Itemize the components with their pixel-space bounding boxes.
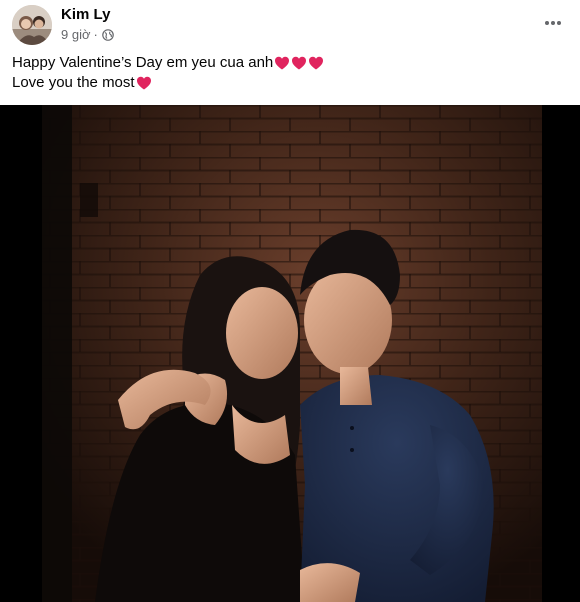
post-meta: 9 giờ · <box>61 27 114 42</box>
photo-image <box>0 105 580 602</box>
caption-text-2: Love you the most <box>12 74 135 91</box>
more-horizontal-icon <box>545 21 561 25</box>
caption-line-2: Love you the most <box>12 73 568 93</box>
caption-hearts-1 <box>273 53 324 73</box>
globe-icon[interactable] <box>102 28 114 41</box>
post-photo[interactable] <box>0 105 580 602</box>
avatar-image <box>12 5 52 45</box>
post-caption: Happy Valentine’s Day em yeu cua anh Lov… <box>12 53 568 93</box>
caption-hearts-2 <box>135 73 152 93</box>
post-time[interactable]: 9 giờ <box>61 27 91 42</box>
author-avatar[interactable] <box>12 5 52 45</box>
heart-icon <box>292 56 307 70</box>
author-name[interactable]: Kim Ly <box>61 6 110 23</box>
heart-icon <box>275 56 290 70</box>
meta-separator: · <box>93 27 98 42</box>
heart-icon <box>136 76 151 90</box>
heart-icon <box>309 56 324 70</box>
caption-text-1: Happy Valentine’s Day em yeu cua anh <box>12 54 274 71</box>
more-options-button[interactable] <box>538 9 568 37</box>
caption-line-1: Happy Valentine’s Day em yeu cua anh <box>12 53 568 73</box>
facebook-post: Kim Ly 9 giờ · Happy Valentine’s Day em … <box>0 0 580 602</box>
post-header: Kim Ly 9 giờ · <box>0 0 580 50</box>
